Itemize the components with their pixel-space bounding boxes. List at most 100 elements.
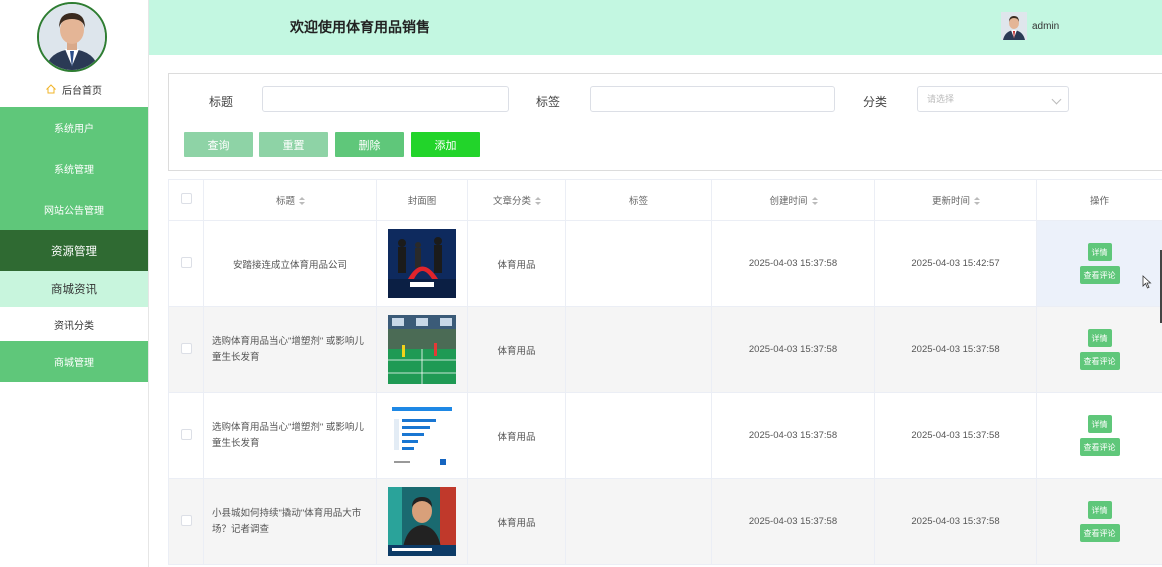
sidebar-item-system-users[interactable]: 系统用户	[0, 107, 148, 148]
sidebar-item-shop-news[interactable]: 商城资讯	[0, 271, 148, 307]
top-header: 欢迎使用体育用品销售 admin	[149, 0, 1162, 55]
sidebar-item-label: 系统管理	[54, 165, 94, 176]
sort-icon[interactable]	[299, 197, 305, 206]
category-cell: 体育用品	[467, 392, 566, 479]
cover-image[interactable]	[388, 487, 456, 556]
column-header-label: 标签	[628, 196, 648, 207]
cover-cell	[376, 306, 468, 393]
column-header-label: 更新时间	[931, 196, 970, 207]
table-row[interactable]: 选购体育用品当心"增塑剂" 或影响儿童生长发育 体育用品 2025-04-03 …	[168, 306, 1162, 393]
cover-cell	[376, 220, 468, 307]
actions-cell: 详情 查看评论	[1036, 306, 1162, 393]
sort-icon[interactable]	[535, 197, 541, 206]
cover-cell	[376, 392, 468, 479]
column-header-actions: 操作	[1036, 179, 1162, 221]
row-checkbox[interactable]	[180, 342, 192, 354]
actions-cell: 详情 查看评论	[1036, 220, 1162, 307]
sidebar-menu: 系统用户 系统管理 网站公告管理 资源管理 商城资讯 资讯分类 商城管理	[0, 107, 148, 382]
sidebar-item-system-management[interactable]: 系统管理	[0, 148, 148, 189]
row-checkbox-cell	[168, 478, 204, 565]
view-comments-button[interactable]: 查看评论	[1079, 352, 1120, 370]
home-icon	[46, 84, 56, 94]
sidebar-item-label: 系统用户	[54, 124, 94, 135]
tag-cell	[565, 392, 712, 479]
table-row[interactable]: 小县城如何持续"撬动"体育用品大市场？记者调查 体育用品 2025-04-03 …	[168, 478, 1162, 565]
sidebar-item-label: 资讯分类	[54, 320, 94, 332]
column-header-created[interactable]: 创建时间	[711, 179, 875, 221]
add-button[interactable]: 添加	[411, 132, 480, 157]
select-all-checkbox[interactable]	[180, 193, 192, 204]
tag-cell	[565, 478, 712, 565]
query-button[interactable]: 查询	[184, 132, 253, 157]
home-label: 后台首页	[62, 85, 102, 97]
admin-avatar	[37, 2, 107, 72]
sidebar-item-resource-management[interactable]: 资源管理	[0, 230, 148, 271]
sidebar-item-label: 资源管理	[51, 245, 97, 258]
view-comments-button[interactable]: 查看评论	[1079, 438, 1120, 456]
category-filter-label: 分类	[863, 95, 888, 109]
title-filter-input[interactable]	[262, 86, 509, 112]
column-header-label: 封面图	[407, 196, 437, 207]
created-time-cell: 2025-04-03 15:37:58	[711, 306, 875, 393]
row-checkbox-cell	[168, 220, 204, 307]
row-checkbox-cell	[168, 306, 204, 393]
user-info[interactable]: admin	[1001, 12, 1059, 40]
actions-cell: 详情 查看评论	[1036, 478, 1162, 565]
chevron-down-icon	[1051, 94, 1062, 105]
row-checkbox[interactable]	[180, 428, 192, 440]
column-header-label: 创建时间	[769, 196, 808, 207]
username: admin	[1032, 20, 1060, 32]
tag-filter-label: 标签	[536, 95, 561, 109]
cover-cell	[376, 478, 468, 565]
detail-button[interactable]: 详情	[1087, 415, 1112, 433]
updated-time-cell: 2025-04-03 15:37:58	[874, 478, 1037, 565]
sidebar-item-announcements[interactable]: 网站公告管理	[0, 189, 148, 230]
column-header-category[interactable]: 文章分类	[467, 179, 566, 221]
view-comments-button[interactable]: 查看评论	[1079, 524, 1120, 542]
table-row[interactable]: 选购体育用品当心"增塑剂" 或影响儿童生长发育 体育用品 2025-04-03	[168, 392, 1162, 479]
column-header-title[interactable]: 标题	[203, 179, 377, 221]
updated-time-cell: 2025-04-03 15:37:58	[874, 392, 1037, 479]
column-header-label: 操作	[1089, 196, 1109, 207]
title-filter-label: 标题	[209, 95, 234, 109]
reset-button[interactable]: 重置	[259, 132, 328, 157]
tag-filter-input[interactable]	[590, 86, 835, 112]
view-comments-button[interactable]: 查看评论	[1079, 266, 1120, 284]
column-header-updated[interactable]: 更新时间	[874, 179, 1037, 221]
sort-icon[interactable]	[811, 197, 818, 206]
detail-button[interactable]: 详情	[1087, 243, 1112, 261]
tag-cell	[565, 306, 712, 393]
row-checkbox[interactable]	[180, 256, 192, 268]
sidebar-item-label: 网站公告管理	[44, 206, 104, 217]
cover-image[interactable]	[388, 401, 456, 470]
sidebar: 后台首页 系统用户 系统管理 网站公告管理 资源管理 商城资讯 资讯分类 商城管…	[0, 0, 149, 567]
table-header-row: 标题 封面图 文章分类 标签 创建时间 更新时间 操作	[168, 179, 1162, 221]
sidebar-item-news-category[interactable]: 资讯分类	[0, 307, 148, 341]
column-header-label: 文章分类	[492, 196, 531, 207]
created-time-cell: 2025-04-03 15:37:58	[711, 478, 875, 565]
title-cell: 安踏接连成立体育用品公司	[203, 220, 377, 307]
category-cell: 体育用品	[467, 306, 566, 393]
category-cell: 体育用品	[467, 220, 566, 307]
row-checkbox-cell	[168, 392, 204, 479]
delete-button[interactable]: 删除	[335, 132, 404, 157]
category-select[interactable]: 请选择	[917, 86, 1069, 112]
sidebar-item-shop-management[interactable]: 商城管理	[0, 341, 148, 382]
column-header-tag: 标签	[565, 179, 712, 221]
sort-icon[interactable]	[974, 197, 980, 206]
category-select-placeholder: 请选择	[927, 94, 955, 104]
tag-cell	[565, 220, 712, 307]
title-cell: 小县城如何持续"撬动"体育用品大市场？记者调查	[203, 478, 377, 565]
table-row[interactable]: 安踏接连成立体育用品公司 体育用品 2025-04-03 15:37:58 20…	[168, 220, 1162, 307]
detail-button[interactable]: 详情	[1087, 501, 1112, 519]
cover-image[interactable]	[388, 229, 456, 298]
row-checkbox[interactable]	[180, 514, 192, 526]
detail-button[interactable]: 详情	[1087, 329, 1112, 347]
category-cell: 体育用品	[467, 478, 566, 565]
title-cell: 选购体育用品当心"增塑剂" 或影响儿童生长发育	[203, 306, 377, 393]
created-time-cell: 2025-04-03 15:37:58	[711, 220, 875, 307]
cover-image[interactable]	[388, 315, 456, 384]
title-cell: 选购体育用品当心"增塑剂" 或影响儿童生长发育	[203, 392, 377, 479]
home-link[interactable]: 后台首页	[0, 80, 148, 98]
news-table: 标题 封面图 文章分类 标签 创建时间 更新时间 操作 安踏接连成立体育用品公司	[168, 179, 1162, 565]
